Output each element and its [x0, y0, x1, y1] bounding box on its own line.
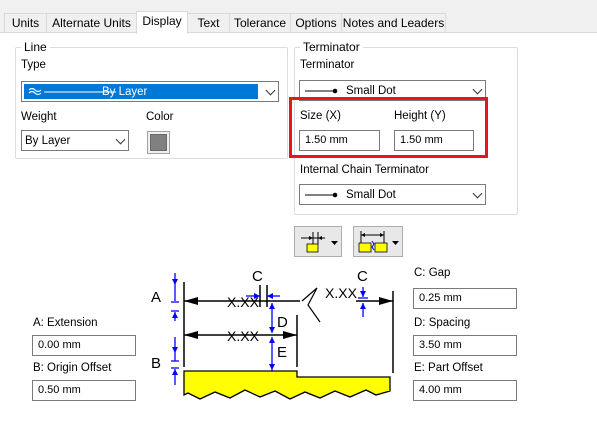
line-weight-dropdown[interactable]: By Layer: [21, 130, 129, 151]
origin-offset-label: B: Origin Offset: [33, 362, 112, 374]
small-dot-icon: [305, 88, 338, 94]
chevron-down-icon: [115, 134, 126, 145]
weight-label: Weight: [21, 111, 57, 123]
tab-notes-and-leaders[interactable]: Notes and Leaders: [341, 13, 446, 32]
type-label: Type: [21, 59, 46, 71]
internal-chain-terminator-value: Small Dot: [346, 189, 396, 201]
color-picker-button[interactable]: [147, 131, 170, 154]
arrowhead: [184, 331, 198, 339]
part-offset-label: E: Part Offset: [414, 362, 483, 374]
origin-offset-input[interactable]: 0.50 mm: [32, 380, 136, 401]
color-label: Color: [146, 111, 174, 123]
dimension-text-1: X.XX: [227, 294, 260, 310]
dimension-layout-button[interactable]: [294, 226, 342, 257]
dimension-arrangement-icon: [358, 231, 399, 253]
gap-label: C: Gap: [414, 267, 451, 279]
line-weight-value: By Layer: [25, 135, 71, 147]
color-swatch: [150, 134, 167, 151]
internal-chain-terminator-dropdown[interactable]: Small Dot: [299, 184, 486, 205]
part-shape: [183, 370, 391, 400]
dimension-diagram: A B C C D E X.XX X.XX X.XX: [151, 268, 394, 400]
line-group-title: Line: [21, 40, 50, 54]
label-e: E: [277, 344, 287, 361]
tab-tolerance[interactable]: Tolerance: [229, 13, 291, 32]
label-d: D: [277, 314, 288, 331]
label-b: B: [151, 355, 161, 372]
highlight-box: [289, 97, 488, 158]
spacing-label: D: Spacing: [414, 317, 471, 329]
arrowhead: [379, 297, 393, 305]
tab-options[interactable]: Options: [290, 13, 342, 32]
gap-input[interactable]: 0.25 mm: [413, 288, 517, 309]
terminator-label: Terminator: [300, 59, 355, 71]
internal-chain-terminator-label: Internal Chain Terminator: [300, 164, 429, 176]
chevron-down-icon: [265, 85, 276, 96]
spacing-input[interactable]: 3.50 mm: [413, 335, 517, 356]
tab-strip: Units Alternate Units Display Text Toler…: [0, 0, 597, 34]
extension-input[interactable]: 0.00 mm: [32, 335, 136, 356]
arrowhead: [184, 297, 198, 305]
break-symbol: [301, 287, 321, 323]
label-a: A: [151, 289, 161, 306]
terminator-group-title: Terminator: [300, 40, 363, 54]
tab-display[interactable]: Display: [136, 11, 188, 34]
dimension-layout-icon: [301, 232, 338, 253]
label-c-left: C: [252, 268, 263, 285]
tab-text[interactable]: Text: [187, 13, 230, 32]
dimension-arrangement-button[interactable]: [353, 226, 403, 257]
extension-label: A: Extension: [33, 317, 98, 329]
small-dot-icon: [305, 192, 338, 198]
tab-alternate-units[interactable]: Alternate Units: [46, 13, 137, 32]
part-offset-input[interactable]: 4.00 mm: [413, 380, 517, 401]
line-type-value: By Layer: [102, 86, 148, 98]
dimension-text-2: X.XX: [325, 285, 358, 301]
line-type-dropdown[interactable]: By Layer: [21, 81, 279, 102]
chevron-down-icon: [472, 188, 483, 199]
label-c-right: C: [357, 268, 368, 285]
chevron-down-icon: [472, 84, 483, 95]
arrowhead: [283, 331, 297, 339]
tab-units[interactable]: Units: [4, 13, 47, 32]
dimension-text-3: X.XX: [227, 328, 260, 344]
terminator-value: Small Dot: [346, 85, 396, 97]
